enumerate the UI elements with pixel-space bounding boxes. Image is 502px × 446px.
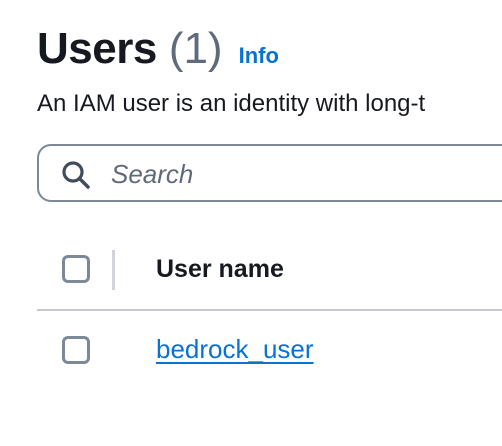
- info-link[interactable]: Info: [239, 43, 279, 69]
- column-header-user-name[interactable]: User name: [156, 255, 284, 284]
- page-description: An IAM user is an identity with long-t: [37, 90, 426, 117]
- select-all-checkbox[interactable]: [62, 255, 90, 283]
- search-icon: [61, 160, 91, 190]
- row-divider: [37, 309, 502, 311]
- search-input[interactable]: [111, 154, 502, 194]
- page-title: Users: [37, 24, 157, 73]
- user-count: (1): [168, 24, 223, 73]
- user-name-link[interactable]: bedrock_user: [156, 334, 314, 365]
- column-divider[interactable]: [112, 250, 115, 290]
- row-checkbox[interactable]: [62, 336, 90, 364]
- search-box[interactable]: [37, 144, 502, 202]
- page-header: Users (1) Info: [37, 24, 279, 74]
